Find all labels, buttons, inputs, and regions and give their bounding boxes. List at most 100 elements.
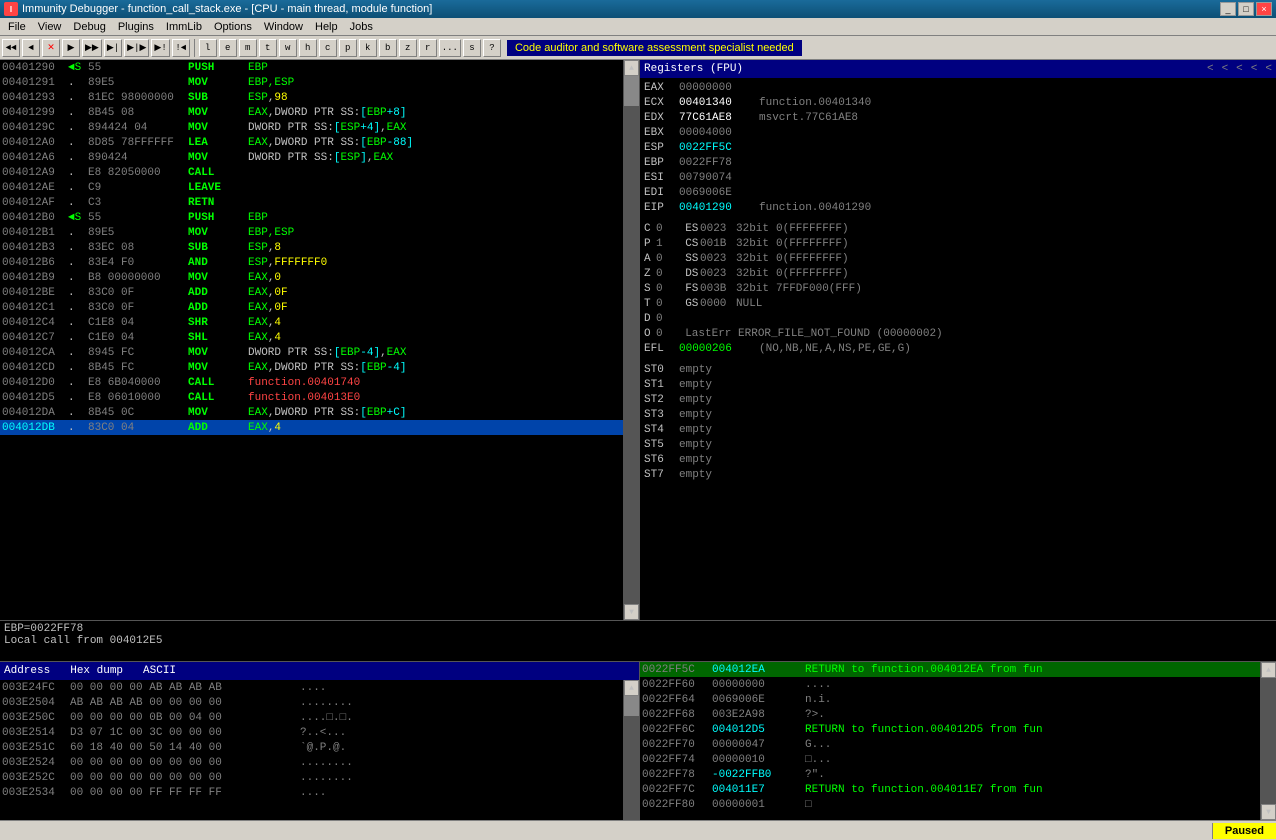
tb-p[interactable]: p xyxy=(339,39,357,57)
tb-run-to-call[interactable]: ▶|▶ xyxy=(124,39,149,57)
tb-run[interactable]: ▶ xyxy=(62,39,80,57)
menu-jobs[interactable]: Jobs xyxy=(344,20,379,34)
tb-k[interactable]: k xyxy=(359,39,377,57)
disasm-row[interactable]: 004012CD.8B45 FCMOVEAX,DWORD PTR SS:[EBP… xyxy=(0,360,623,375)
disasm-scroll-up[interactable]: ▲ xyxy=(624,60,639,76)
efl-row: EFL00000206(NO,NB,NE,A,NS,PE,GE,G) xyxy=(644,341,1272,356)
disasm-row[interactable]: 00401290◄S55PUSHEBP xyxy=(0,60,623,75)
close-button[interactable]: × xyxy=(1256,2,1272,16)
tb-rewind[interactable]: ◄◄ xyxy=(2,39,20,57)
registers-nav[interactable]: < < < < < xyxy=(1207,63,1272,75)
hex-scroll-thumb[interactable] xyxy=(624,696,639,716)
restore-button[interactable]: □ xyxy=(1238,2,1254,16)
disasm-row[interactable]: 004012DA.8B45 0CMOVEAX,DWORD PTR SS:[EBP… xyxy=(0,405,623,420)
menu-file[interactable]: File xyxy=(2,20,32,34)
hex-row: 003E24FC00 00 00 00 AB AB AB AB.... xyxy=(0,680,623,695)
hex-row: 003E251C60 18 40 00 50 14 40 00`@.P.@. xyxy=(0,740,623,755)
tb-z[interactable]: z xyxy=(399,39,417,57)
stack-scroll-down[interactable]: ▼ xyxy=(1261,804,1276,820)
eip-row: EIP00401290function.00401290 xyxy=(644,200,1272,215)
fpu-row: ST3empty xyxy=(644,407,1272,422)
menu-view[interactable]: View xyxy=(32,20,68,34)
tb-step-over[interactable]: ▶| xyxy=(104,39,122,57)
menu-help[interactable]: Help xyxy=(309,20,344,34)
fpu-row: ST2empty xyxy=(644,392,1272,407)
disasm-row[interactable]: 004012AE.C9LEAVE xyxy=(0,180,623,195)
disasm-row[interactable]: 004012C7.C1E0 04SHLEAX,4 xyxy=(0,330,623,345)
tb-t[interactable]: t xyxy=(259,39,277,57)
disasm-row[interactable]: 004012B9.B8 00000000MOVEAX,0 xyxy=(0,270,623,285)
fpu-row: ST6empty xyxy=(644,452,1272,467)
toolbar: ◄◄ ◄ ✕ ▶ ▶▶ ▶| ▶|▶ ▶! !◄ l e m t w h c p… xyxy=(0,36,1276,60)
disasm-panel: 00401290◄S55PUSHEBP00401291.89E5MOVEBP,E… xyxy=(0,60,640,620)
fpu-row: ST4empty xyxy=(644,422,1272,437)
tb-help[interactable]: ? xyxy=(483,39,501,57)
tb-step-back[interactable]: ◄ xyxy=(22,39,40,57)
status-line1: EBP=0022FF78 xyxy=(4,623,1272,635)
menu-debug[interactable]: Debug xyxy=(67,20,111,34)
hex-panel: Address Hex dump ASCII 003E24FC00 00 00 … xyxy=(0,662,640,820)
tb-h[interactable]: h xyxy=(299,39,317,57)
disasm-row[interactable]: 004012A0.8D85 78FFFFFFLEAEAX,DWORD PTR S… xyxy=(0,135,623,150)
hex-scrollbar[interactable]: ▲ ▼ xyxy=(623,680,639,820)
window-title: Immunity Debugger - function_call_stack.… xyxy=(22,3,432,15)
registers-content: EAX00000000ECX00401340function.00401340E… xyxy=(640,78,1276,484)
tb-trace-into[interactable]: ▶! xyxy=(151,39,169,57)
hex-header: Address Hex dump ASCII xyxy=(0,662,639,680)
disasm-row[interactable]: 00401291.89E5MOVEBP,ESP xyxy=(0,75,623,90)
disasm-row[interactable]: 004012A9.E8 82050000CALL xyxy=(0,165,623,180)
tb-dots[interactable]: ... xyxy=(439,39,461,57)
disasm-row[interactable]: 004012AF.C3RETN xyxy=(0,195,623,210)
disasm-row[interactable]: 00401293.81EC 98000000SUBESP,98 xyxy=(0,90,623,105)
disasm-row[interactable]: 004012A6.890424MOVDWORD PTR SS:[ESP],EAX xyxy=(0,150,623,165)
stack-row: 0022FF78-0022FFB0?". xyxy=(640,767,1260,782)
window-controls[interactable]: _ □ × xyxy=(1220,2,1272,16)
tb-c[interactable]: c xyxy=(319,39,337,57)
tb-w[interactable]: w xyxy=(279,39,297,57)
disasm-row[interactable]: 004012B0◄S55PUSHEBP xyxy=(0,210,623,225)
tb-trace-over[interactable]: !◄ xyxy=(172,39,190,57)
tb-stop[interactable]: ✕ xyxy=(42,39,60,57)
disasm-scrollbar[interactable]: ▲ ▼ xyxy=(623,60,639,620)
disasm-row[interactable]: 004012DB.83C0 04ADDEAX,4 xyxy=(0,420,623,435)
disasm-row[interactable]: 0040129C.894424 04MOVDWORD PTR SS:[ESP+4… xyxy=(0,120,623,135)
hex-scroll-up[interactable]: ▲ xyxy=(624,680,639,696)
minimize-button[interactable]: _ xyxy=(1220,2,1236,16)
disasm-scroll-down[interactable]: ▼ xyxy=(624,604,639,620)
disasm-row[interactable]: 004012C4.C1E8 04SHREAX,4 xyxy=(0,315,623,330)
tb-e[interactable]: e xyxy=(219,39,237,57)
oflag-row: O0 LastErr ERROR_FILE_NOT_FOUND (0000000… xyxy=(644,326,1272,341)
disasm-row[interactable]: 004012CA.8945 FCMOVDWORD PTR SS:[EBP-4],… xyxy=(0,345,623,360)
tb-run-fast[interactable]: ▶▶ xyxy=(82,39,102,57)
toolbar-label: Code auditor and software assessment spe… xyxy=(507,40,802,56)
register-row: ESP0022FF5C xyxy=(644,140,1272,155)
disasm-row[interactable]: 004012B6.83E4 F0ANDESP,FFFFFFF0 xyxy=(0,255,623,270)
menu-options[interactable]: Options xyxy=(208,20,258,34)
stack-scroll-up[interactable]: ▲ xyxy=(1261,662,1276,678)
tb-s[interactable]: s xyxy=(463,39,481,57)
disasm-row[interactable]: 004012D0.E8 6B040000CALLfunction.0040174… xyxy=(0,375,623,390)
register-row: EBP0022FF78 xyxy=(644,155,1272,170)
disasm-row[interactable]: 004012C1.83C0 0FADDEAX,0F xyxy=(0,300,623,315)
disasm-content: 00401290◄S55PUSHEBP00401291.89E5MOVEBP,E… xyxy=(0,60,623,620)
main-area: 00401290◄S55PUSHEBP00401291.89E5MOVEBP,E… xyxy=(0,60,1276,820)
stack-row: 0022FF6C004012D5RETURN to function.00401… xyxy=(640,722,1260,737)
stack-row: 0022FF640069006En.i. xyxy=(640,692,1260,707)
register-row: EAX00000000 xyxy=(644,80,1272,95)
tb-l[interactable]: l xyxy=(199,39,217,57)
disasm-row[interactable]: 004012B3.83EC 08SUBESP,8 xyxy=(0,240,623,255)
menu-immlib[interactable]: ImmLib xyxy=(160,20,208,34)
disasm-scroll-thumb[interactable] xyxy=(624,76,639,106)
tb-b[interactable]: b xyxy=(379,39,397,57)
disasm-row[interactable]: 004012D5.E8 06010000CALLfunction.004013E… xyxy=(0,390,623,405)
disasm-row[interactable]: 00401299.8B45 08MOVEAX,DWORD PTR SS:[EBP… xyxy=(0,105,623,120)
stack-scrollbar[interactable]: ▲ ▼ xyxy=(1260,662,1276,820)
tb-r[interactable]: r xyxy=(419,39,437,57)
menu-plugins[interactable]: Plugins xyxy=(112,20,160,34)
title-bar: I Immunity Debugger - function_call_stac… xyxy=(0,0,1276,18)
register-row: EDI0069006E xyxy=(644,185,1272,200)
disasm-row[interactable]: 004012BE.83C0 0FADDEAX,0F xyxy=(0,285,623,300)
tb-m[interactable]: m xyxy=(239,39,257,57)
disasm-row[interactable]: 004012B1.89E5MOVEBP,ESP xyxy=(0,225,623,240)
menu-window[interactable]: Window xyxy=(258,20,309,34)
